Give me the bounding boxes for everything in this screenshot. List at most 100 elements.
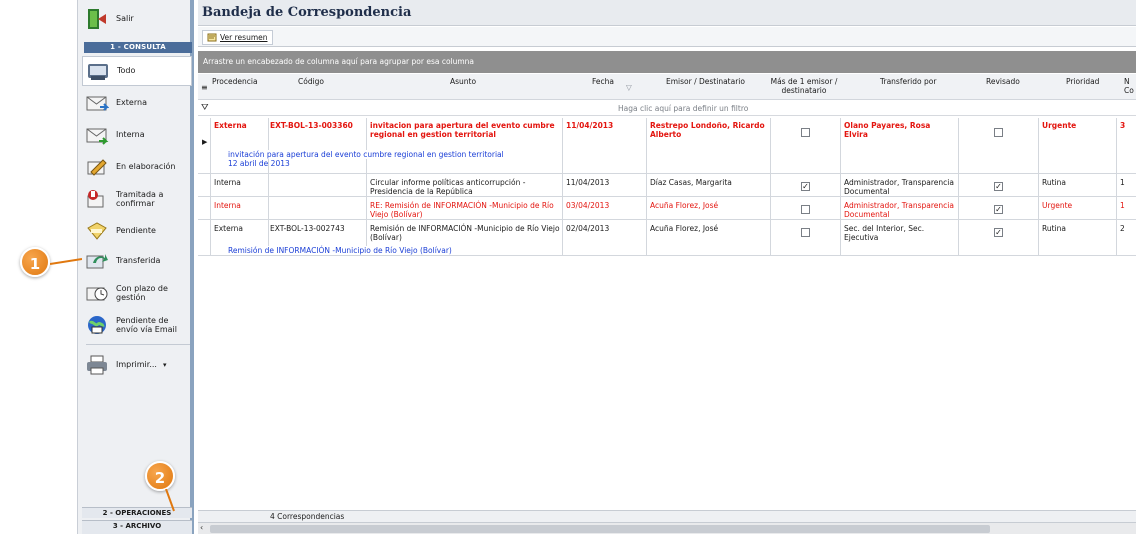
cell-asunto: RE: Remisión de INFORMACIÓN -Municipio d…	[370, 201, 554, 219]
callout-pointer-1	[50, 258, 82, 265]
cell-extra: 1	[1120, 201, 1125, 210]
cell-transferido: Sec. del Interior, Sec. Ejecutiva	[844, 224, 925, 242]
sidebar-item-pendiente-email[interactable]: Pendiente de envío vía Email	[82, 310, 192, 340]
email-send-icon	[82, 312, 112, 338]
multi-checkbox[interactable]: ✓	[801, 182, 810, 191]
cell-emisor: Restrepo Londoño, Ricardo Alberto	[650, 121, 765, 139]
column-header-asunto[interactable]: Asunto	[450, 77, 476, 87]
group-by-drop-area[interactable]: Arrastre un encabezado de columna aquí p…	[198, 51, 1136, 73]
cell-extra: 1	[1120, 178, 1125, 187]
cell-transferido: Administrador, Transparencia Documental	[844, 201, 954, 219]
pending-folder-icon	[82, 218, 112, 244]
cell-procedencia: Interna	[214, 201, 241, 210]
table-row[interactable]: Interna Circular informe políticas antic…	[198, 175, 1136, 197]
cell-asunto: Remisión de INFORMACIÓN -Municipio de Rí…	[370, 224, 560, 242]
column-header-fecha[interactable]: Fecha	[592, 77, 614, 87]
cell-transferido: Administrador, Transparencia Documental	[844, 178, 954, 196]
print-button[interactable]: Imprimir... ▾	[82, 350, 192, 380]
view-summary-button[interactable]: Ver resumen	[202, 30, 273, 45]
reviewed-checkbox[interactable]: ✓	[994, 205, 1003, 214]
scrollbar-thumb[interactable]	[210, 525, 990, 533]
sidebar-item-label: Externa	[116, 98, 147, 108]
sidebar-item-externa[interactable]: Externa	[82, 88, 192, 118]
multi-checkbox[interactable]	[801, 228, 810, 237]
consulta-section-header[interactable]: 1 - CONSULTA	[84, 42, 192, 53]
sidebar-item-transferida[interactable]: Transferida	[82, 246, 192, 276]
column-header-revisado[interactable]: Revisado	[986, 77, 1020, 87]
sidebar-item-label: Tramitada a confirmar	[116, 189, 164, 208]
filter-icon[interactable]: ⛛	[201, 103, 209, 113]
column-header-multi[interactable]: Más de 1 emisor / destinatario	[770, 77, 838, 95]
cell-extra: 3	[1120, 121, 1126, 130]
sidebar-item-en-elaboracion[interactable]: En elaboración	[82, 152, 192, 182]
sidebar-item-con-plazo[interactable]: Con plazo de gestión	[82, 278, 192, 308]
sidebar-item-label: Todo	[117, 66, 136, 76]
sort-filter-icon[interactable]: ▽	[626, 83, 632, 93]
envelope-external-icon	[82, 90, 112, 116]
column-header-transferido[interactable]: Transferido por	[880, 77, 936, 87]
exit-button[interactable]: Salir	[82, 4, 192, 34]
horizontal-scrollbar[interactable]: ‹	[198, 522, 1136, 534]
cell-procedencia: Externa	[214, 121, 247, 130]
scroll-left-icon[interactable]: ‹	[200, 523, 203, 532]
cell-asunto: Circular informe políticas anticorrupció…	[370, 178, 526, 196]
dropdown-arrow-icon: ▾	[162, 360, 167, 369]
cell-prioridad: Urgente	[1042, 121, 1077, 130]
row-preview-date: 12 abril de 2013	[228, 159, 290, 168]
sidebar-item-interna[interactable]: Interna	[82, 120, 192, 150]
exit-label: Salir	[116, 14, 134, 24]
cell-codigo: EXT-BOL-13-003360	[270, 121, 353, 130]
row-preview-text: Remisión de INFORMACIÓN -Municipio de Rí…	[228, 246, 452, 255]
cell-fecha: 03/04/2013	[566, 201, 610, 210]
printer-icon	[82, 352, 112, 378]
title-bar: Bandeja de Correspondencia	[198, 0, 1136, 26]
column-header-extra[interactable]: N Co	[1124, 78, 1134, 95]
current-row-indicator-icon: ▶	[202, 138, 208, 146]
inbox-all-icon	[83, 58, 113, 84]
cell-emisor: Acuña Florez, José	[650, 201, 719, 210]
cell-asunto: invitacion para apertura del evento cumb…	[370, 121, 555, 139]
table-row[interactable]: Interna RE: Remisión de INFORMACIÓN -Mun…	[198, 198, 1136, 220]
column-header-procedencia[interactable]: Procedencia	[212, 77, 258, 87]
reviewed-checkbox[interactable]	[994, 128, 1003, 137]
multi-checkbox[interactable]	[801, 205, 810, 214]
sidebar-item-label: Interna	[116, 130, 145, 140]
cell-prioridad: Urgente	[1042, 201, 1073, 210]
cell-prioridad: Rutina	[1042, 178, 1067, 187]
cell-prioridad: Rutina	[1042, 224, 1067, 233]
app-window: Salir 1 - CONSULTA Todo Externa Interna	[0, 0, 1136, 534]
column-header-emisor[interactable]: Emisor / Destinatario	[666, 77, 745, 87]
stamp-confirm-icon	[82, 186, 112, 212]
cell-emisor: Acuña Florez, José	[650, 224, 719, 233]
column-chooser-icon[interactable]: ≡	[201, 83, 208, 92]
cell-extra: 2	[1120, 224, 1125, 233]
reviewed-checkbox[interactable]: ✓	[994, 182, 1003, 191]
callout-badge-2: 2	[145, 461, 175, 491]
sidebar-divider	[86, 344, 190, 345]
record-count: 4 Correspondencias	[270, 512, 345, 521]
transfer-arrow-icon	[82, 248, 112, 274]
envelope-internal-icon	[82, 122, 112, 148]
cell-procedencia: Externa	[214, 224, 244, 233]
archivo-section-header[interactable]: 3 - ARCHIVO	[82, 520, 192, 534]
cell-emisor: Díaz Casas, Margarita	[650, 178, 732, 187]
sidebar-item-todo[interactable]: Todo	[82, 56, 192, 86]
table-row[interactable]: ▶ Externa EXT-BOL-13-003360 invitacion p…	[198, 118, 1136, 174]
cell-transferido: Olano Payares, Rosa Elvira	[844, 121, 931, 139]
sidebar-item-tramitada[interactable]: Tramitada a confirmar	[82, 184, 192, 214]
exit-door-icon	[82, 6, 112, 32]
column-header-prioridad[interactable]: Prioridad	[1066, 77, 1099, 87]
filter-row[interactable]: ⛛ Haga clic aquí para definir un filtro	[198, 101, 1136, 116]
summary-icon	[207, 32, 217, 44]
callout-badge-1: 1	[20, 247, 50, 277]
cell-procedencia: Interna	[214, 178, 241, 187]
column-header-codigo[interactable]: Código	[298, 77, 324, 87]
sidebar-item-pendiente[interactable]: Pendiente	[82, 216, 192, 246]
reviewed-checkbox[interactable]: ✓	[994, 228, 1003, 237]
cell-fecha: 11/04/2013	[566, 121, 614, 130]
navigation-sidebar: Salir 1 - CONSULTA Todo Externa Interna	[77, 0, 194, 534]
correspondence-panel: Bandeja de Correspondencia Ver resumen A…	[198, 0, 1136, 534]
sidebar-item-label: Pendiente de envío vía Email	[116, 315, 177, 334]
multi-checkbox[interactable]	[801, 128, 810, 137]
table-row[interactable]: Externa EXT-BOL-13-002743 Remisión de IN…	[198, 221, 1136, 256]
